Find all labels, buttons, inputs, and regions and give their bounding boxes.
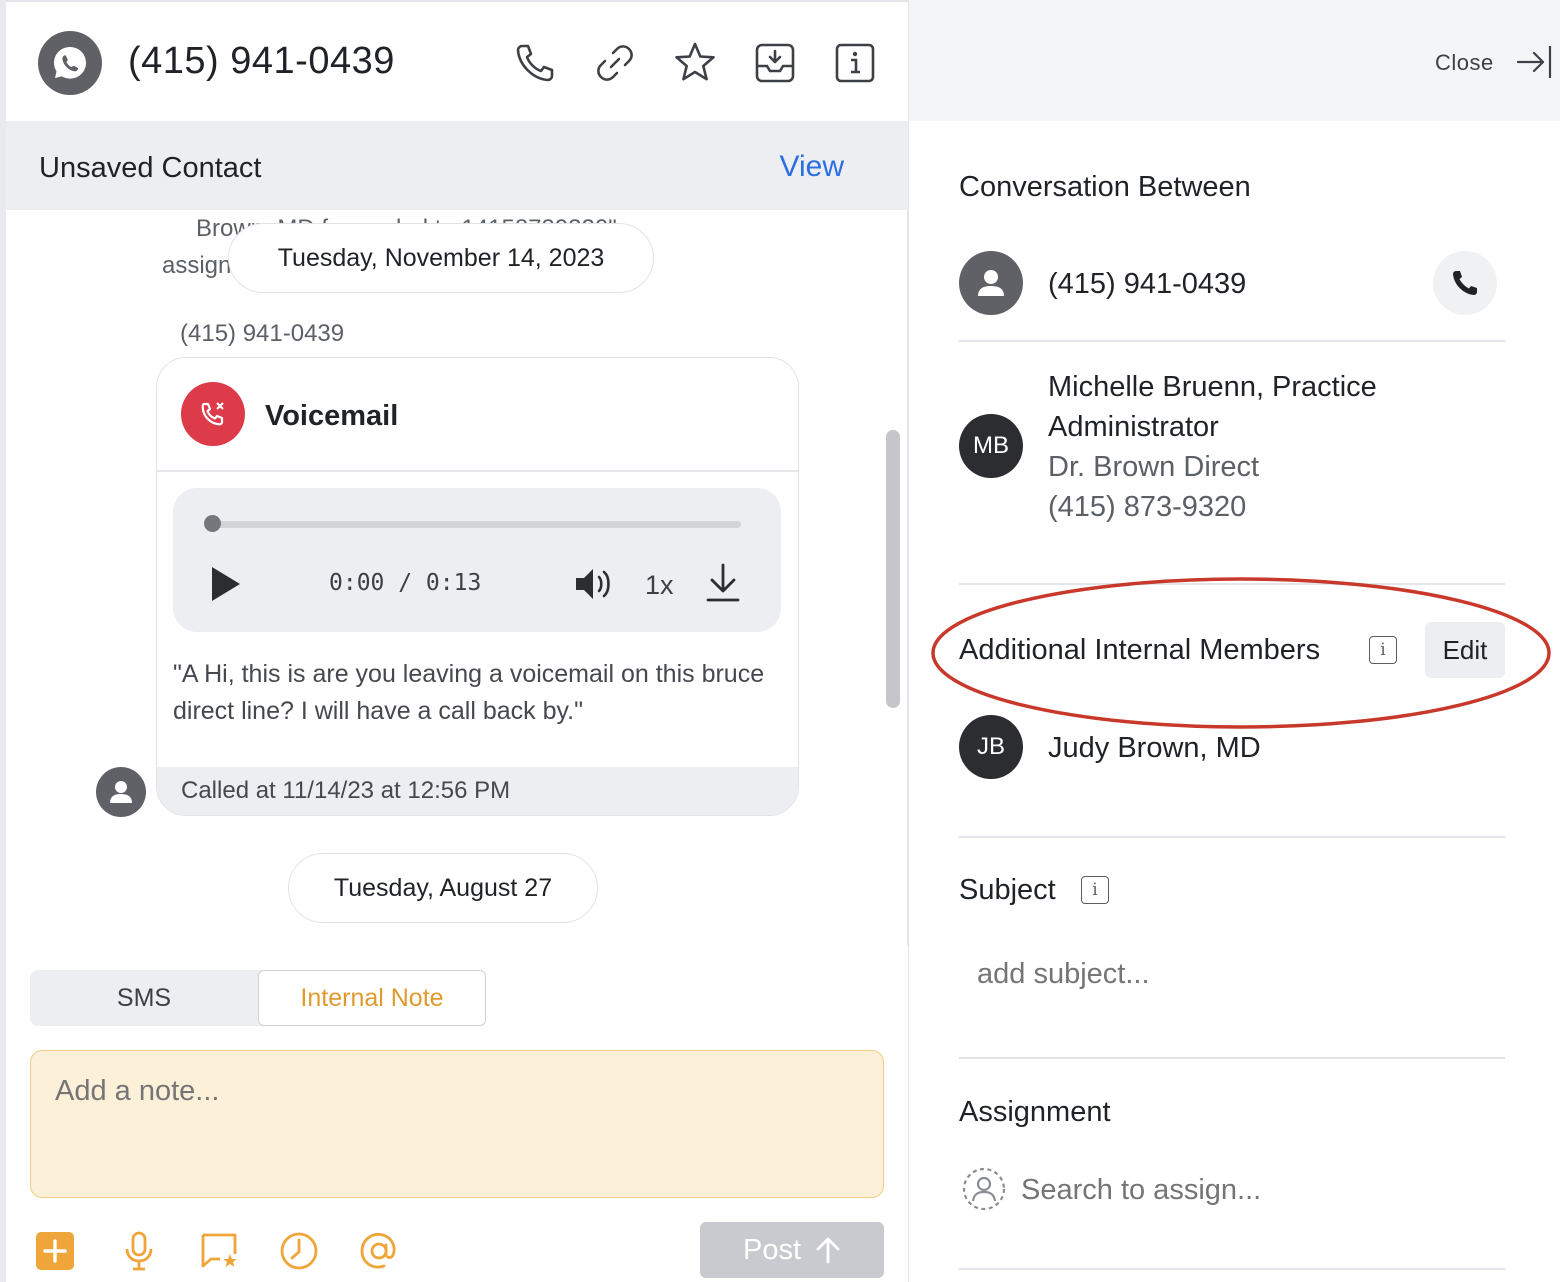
section-divider (959, 340, 1505, 342)
call-timestamp: Called at 11/14/23 at 12:56 PM (157, 767, 798, 815)
volume-icon[interactable] (573, 564, 617, 609)
conversation-between-heading: Conversation Between (959, 171, 1251, 203)
audio-progress-track[interactable] (209, 521, 741, 528)
section-divider (959, 1268, 1505, 1270)
audio-progress-handle[interactable] (204, 515, 221, 532)
person-icon (110, 781, 132, 803)
voicemail-transcript: "A Hi, this is are you leaving a voicema… (173, 660, 765, 725)
voicemail-card: Voicemail 0:00 / 0:13 1x "A Hi, this is … (156, 357, 799, 816)
conversation-panel: (415) 941-0439 Unsaved Contact View Brow… (0, 0, 908, 1282)
member-line: Dr. Brown Direct (1048, 451, 1260, 483)
contact-bar: Unsaved Contact View (6, 121, 908, 210)
tab-internal-note[interactable]: Internal Note (258, 970, 486, 1026)
details-panel: Close Conversation Between (415) 941-043… (908, 0, 1560, 1282)
card-divider (157, 470, 798, 472)
member-phone: (415) 873-9320 (1048, 491, 1247, 523)
member-title: Administrator (1048, 411, 1219, 443)
member-avatar: MB (959, 414, 1023, 478)
note-input[interactable] (30, 1050, 884, 1198)
audio-player: 0:00 / 0:13 1x (173, 488, 781, 632)
info-icon[interactable]: i (1081, 876, 1109, 904)
internal-member-name: Judy Brown, MD (1048, 732, 1261, 764)
clock-icon[interactable] (278, 1230, 320, 1272)
internal-member-avatar: JB (959, 715, 1023, 779)
caller-avatar (96, 767, 146, 817)
participant-phone: (415) 941-0439 (1048, 268, 1247, 300)
call-participant-button[interactable] (1433, 251, 1497, 315)
phone-icon (1453, 271, 1477, 295)
section-divider (959, 583, 1505, 585)
microphone-icon[interactable] (118, 1230, 160, 1272)
close-label[interactable]: Close (1435, 50, 1494, 76)
add-icon[interactable] (34, 1230, 76, 1272)
contact-name: Unsaved Contact (39, 152, 262, 184)
view-contact-link[interactable]: View (780, 150, 844, 184)
inbox-download-icon[interactable] (752, 40, 798, 86)
participant-avatar (959, 251, 1023, 315)
assign-user-icon (961, 1166, 1007, 1217)
member-details: Michelle Bruenn, Practice Administrator … (1048, 367, 1377, 527)
whatsapp-avatar (38, 31, 102, 95)
assign-search-input[interactable] (1021, 1168, 1501, 1212)
link-icon[interactable] (592, 40, 638, 86)
whatsapp-icon (54, 47, 86, 79)
subject-heading: Subject (959, 874, 1056, 906)
date-separator: Tuesday, August 27 (288, 853, 598, 923)
section-divider (959, 1057, 1505, 1059)
edit-members-button[interactable]: Edit (1425, 622, 1505, 678)
close-panel-icon[interactable] (1515, 42, 1555, 87)
subject-input[interactable] (959, 948, 1505, 1000)
post-button[interactable]: Post (700, 1222, 884, 1278)
download-icon[interactable] (705, 562, 741, 609)
assignment-heading: Assignment (959, 1096, 1111, 1128)
sender-number: (415) 941-0439 (180, 320, 345, 347)
arrow-up-icon (816, 1237, 840, 1264)
member-name: Michelle Bruenn, Practice (1048, 371, 1377, 403)
details-header: Close (909, 0, 1560, 121)
voicemail-title: Voicemail (265, 400, 399, 432)
composer: SMS Internal Note Post (6, 945, 908, 1282)
mention-icon[interactable] (358, 1230, 400, 1272)
audio-time: 0:00 / 0:13 (329, 570, 482, 596)
info-icon[interactable] (832, 40, 878, 86)
feed-scrollbar[interactable] (886, 430, 900, 708)
tab-sms[interactable]: SMS (30, 970, 258, 1026)
conversation-header: (415) 941-0439 (6, 0, 908, 121)
phone-icon[interactable] (512, 40, 558, 86)
person-icon (978, 270, 1004, 296)
header-phone-number: (415) 941-0439 (128, 40, 395, 82)
additional-members-heading: Additional Internal Members (959, 634, 1321, 666)
play-icon[interactable] (209, 564, 245, 604)
info-icon[interactable]: i (1369, 636, 1397, 664)
message-feed: Brown, MD forwarded to 14158739320" assi… (6, 210, 908, 945)
snippet-star-icon[interactable] (198, 1230, 240, 1272)
playback-speed-button[interactable]: 1x (645, 570, 674, 601)
post-label: Post (742, 1233, 802, 1266)
composer-tabs: SMS Internal Note (30, 970, 486, 1026)
missed-call-icon (181, 382, 245, 446)
section-divider (959, 836, 1505, 838)
star-icon[interactable] (672, 40, 718, 86)
date-separator: Tuesday, November 14, 2023 (228, 223, 654, 293)
